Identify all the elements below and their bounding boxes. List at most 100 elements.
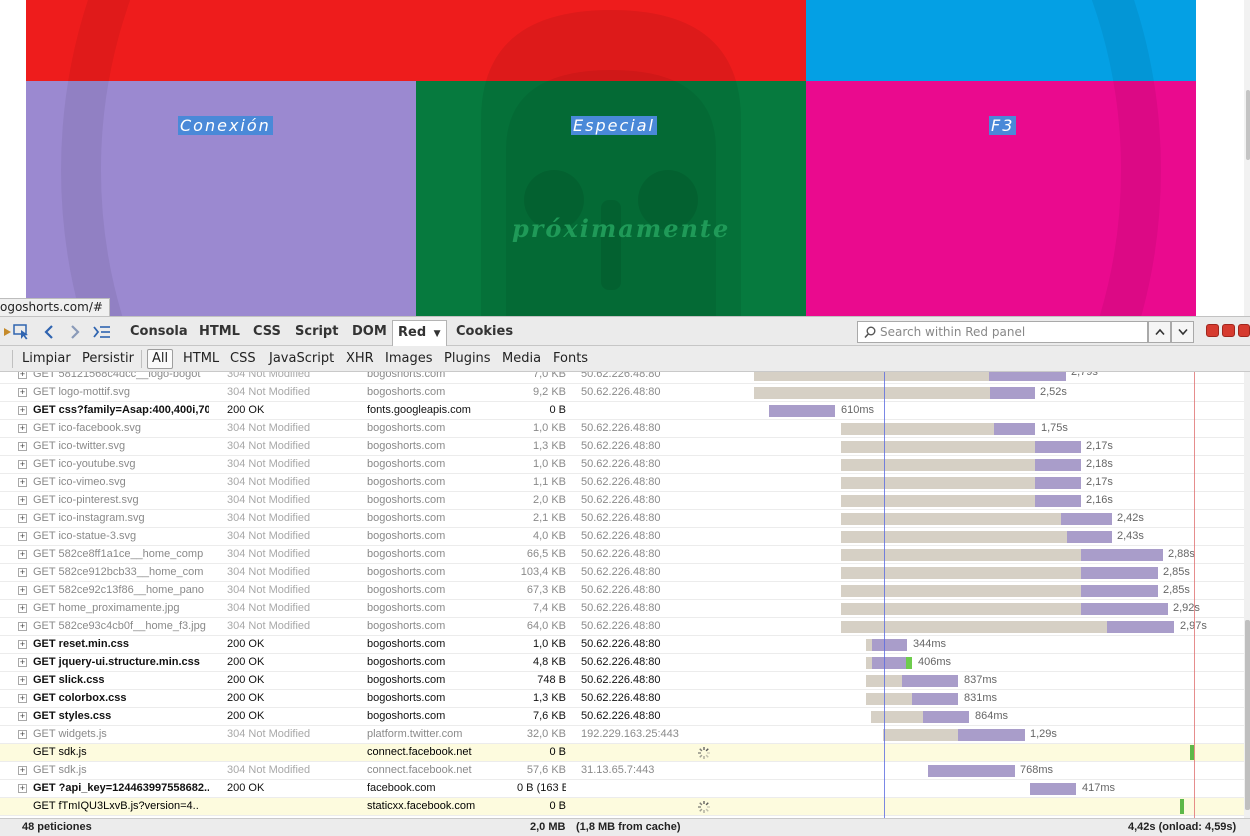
close-button[interactable] xyxy=(1238,324,1250,337)
request-row[interactable]: + GET ico-statue-3.svg 304 Not Modified bog… xyxy=(0,528,1244,546)
request-row[interactable]: + GET jquery-ui.structure.min.css 200 OK bo… xyxy=(0,654,1244,672)
timing-bar-receiving xyxy=(1030,783,1076,795)
request-row[interactable]: + GET styles.css 200 OK bogoshorts.com 7,6 K… xyxy=(0,708,1244,726)
command-line-icon[interactable] xyxy=(93,323,111,341)
expand-toggle-icon[interactable]: + xyxy=(18,694,27,703)
search-input[interactable]: Search within Red panel xyxy=(857,321,1148,343)
timing-bar-waiting xyxy=(883,729,958,741)
red-banner-tile[interactable] xyxy=(26,0,806,81)
conexion-label[interactable]: Conexión xyxy=(178,116,273,135)
request-row[interactable]: + GET ico-facebook.svg 304 Not Modified bog… xyxy=(0,420,1244,438)
detach-button[interactable] xyxy=(1222,324,1235,337)
search-next-button[interactable] xyxy=(1171,321,1194,343)
request-row[interactable]: GET fTmIQU3LxvB.js?version=4.. staticxx.f… xyxy=(0,798,1244,816)
timing-bar-waiting xyxy=(841,513,1061,525)
expand-toggle-icon[interactable]: + xyxy=(18,676,27,685)
tab-css[interactable]: CSS xyxy=(249,322,285,344)
page-scrollbar-thumb[interactable] xyxy=(1246,90,1250,160)
expand-toggle-icon[interactable]: + xyxy=(18,622,27,631)
forward-arrow-icon[interactable] xyxy=(66,323,84,341)
request-remote-ip: 50.62.226.48:80 xyxy=(581,530,661,542)
request-status: 304 Not Modified xyxy=(227,422,311,434)
search-prev-button[interactable] xyxy=(1148,321,1171,343)
timing-label: 2,43s xyxy=(1117,530,1144,542)
request-row[interactable]: + GET ico-pinterest.svg 304 Not Modified bo… xyxy=(0,492,1244,510)
filter-xhr[interactable]: XHR xyxy=(343,350,377,368)
expand-toggle-icon[interactable]: + xyxy=(18,442,27,451)
filter-plugins[interactable]: Plugins xyxy=(441,350,494,368)
f3-label[interactable]: F3 xyxy=(989,116,1017,135)
especial-label[interactable]: Especial xyxy=(571,116,657,135)
request-row[interactable]: + GET 582ce93c4cb0f__home_f3.jpg 304 Not M… xyxy=(0,618,1244,636)
chevron-down-icon[interactable]: ▼ xyxy=(434,329,441,339)
expand-toggle-icon[interactable]: + xyxy=(18,658,27,667)
expand-toggle-icon[interactable]: + xyxy=(18,532,27,541)
expand-toggle-icon[interactable]: + xyxy=(18,586,27,595)
timing-bar-receiving xyxy=(769,405,835,417)
request-row[interactable]: + GET ico-youtube.svg 304 Not Modified bogo… xyxy=(0,456,1244,474)
tab-red[interactable]: Red ▼ xyxy=(392,320,447,347)
request-row[interactable]: + GET 582ce8ff1a1ce__home_comp 304 Not Mod… xyxy=(0,546,1244,564)
expand-toggle-icon[interactable]: + xyxy=(18,766,27,775)
expand-toggle-icon[interactable]: + xyxy=(18,372,27,379)
timing-bar-waiting xyxy=(841,477,1035,489)
tab-cookies[interactable]: Cookies xyxy=(452,322,517,344)
request-remote-ip: 50.62.226.48:80 xyxy=(581,548,661,560)
filter-media[interactable]: Media xyxy=(499,350,544,368)
request-row[interactable]: + GET slick.css 200 OK bogoshorts.com 748 B 5… xyxy=(0,672,1244,690)
expand-toggle-icon[interactable]: + xyxy=(18,604,27,613)
request-row[interactable]: + GET ?api_key=124463997558682.. 200 OK fac… xyxy=(0,780,1244,798)
timing-label: 2,92s xyxy=(1173,602,1200,614)
expand-toggle-icon[interactable]: + xyxy=(18,568,27,577)
request-name: GET sdk.js xyxy=(33,746,87,758)
tab-dom[interactable]: DOM xyxy=(348,322,391,344)
expand-toggle-icon[interactable]: + xyxy=(18,424,27,433)
request-row[interactable]: + GET logo-mottif.svg 304 Not Modified bogo… xyxy=(0,384,1244,402)
tab-html[interactable]: HTML xyxy=(195,322,244,344)
expand-toggle-icon[interactable]: + xyxy=(18,388,27,397)
request-row[interactable]: + GET 582ce92c13f86__home_pano 304 Not Mod… xyxy=(0,582,1244,600)
timing-bar-waiting xyxy=(841,621,1107,633)
timing-bar-receiving xyxy=(1081,567,1158,579)
request-row[interactable]: + GET 582ce912bcb33__home_com 304 Not Modi… xyxy=(0,564,1244,582)
request-row[interactable]: + GET ico-instagram.svg 304 Not Modified bo… xyxy=(0,510,1244,528)
expand-toggle-icon[interactable]: + xyxy=(18,460,27,469)
persist-button[interactable]: Persistir xyxy=(79,350,137,368)
request-row[interactable]: GET sdk.js connect.facebook.net 0 B xyxy=(0,744,1244,762)
clear-button[interactable]: Limpiar xyxy=(19,350,74,368)
expand-toggle-icon[interactable]: + xyxy=(18,514,27,523)
request-list-scrollbar-thumb[interactable] xyxy=(1245,620,1250,810)
minimize-button[interactable] xyxy=(1206,324,1219,337)
expand-toggle-icon[interactable]: + xyxy=(18,784,27,793)
inspect-element-icon[interactable] xyxy=(13,323,31,341)
request-row[interactable]: + GET sdk.js 304 Not Modified connect.faceb… xyxy=(0,762,1244,780)
request-row[interactable]: + GET home_proximamente.jpg 304 Not Modifi… xyxy=(0,600,1244,618)
filter-all[interactable]: All xyxy=(147,349,174,369)
request-row[interactable]: + GET css?family=Asap:400,400i,70 200 OK fo… xyxy=(0,402,1244,420)
filter-html[interactable]: HTML xyxy=(180,350,222,368)
filter-css[interactable]: CSS xyxy=(227,350,259,368)
expand-toggle-icon[interactable]: + xyxy=(18,496,27,505)
filter-fonts[interactable]: Fonts xyxy=(550,350,591,368)
filter-images[interactable]: Images xyxy=(382,350,436,368)
expand-toggle-icon[interactable]: + xyxy=(18,406,27,415)
request-size: 57,6 KB xyxy=(526,764,566,776)
tab-consola[interactable]: Consola xyxy=(126,322,192,344)
expand-toggle-icon[interactable]: + xyxy=(18,550,27,559)
blue-banner-tile[interactable] xyxy=(806,0,1196,81)
request-row[interactable]: + GET widgets.js 304 Not Modified platform.… xyxy=(0,726,1244,744)
tab-script[interactable]: Script xyxy=(291,322,342,344)
expand-toggle-icon[interactable]: + xyxy=(18,478,27,487)
request-row[interactable]: + GET ico-vimeo.svg 304 Not Modified bogosh… xyxy=(0,474,1244,492)
expand-toggle-icon[interactable]: + xyxy=(18,640,27,649)
filter-javascript[interactable]: JavaScript xyxy=(266,350,337,368)
request-name: GET css?family=Asap:400,400i,70 xyxy=(33,404,209,416)
back-arrow-icon[interactable] xyxy=(40,323,58,341)
request-row[interactable]: + GET reset.min.css 200 OK bogoshorts.com 1,… xyxy=(0,636,1244,654)
request-row[interactable]: + GET ico-twitter.svg 304 Not Modified bogo… xyxy=(0,438,1244,456)
timing-bar-receiving xyxy=(902,675,958,687)
expand-toggle-icon[interactable]: + xyxy=(18,730,27,739)
expand-toggle-icon[interactable]: + xyxy=(18,712,27,721)
request-row[interactable]: + GET colorbox.css 200 OK bogoshorts.com 1,3… xyxy=(0,690,1244,708)
request-row[interactable]: + GET 58121568c4dcc__logo-bogot 304 Not Mo… xyxy=(0,372,1244,384)
